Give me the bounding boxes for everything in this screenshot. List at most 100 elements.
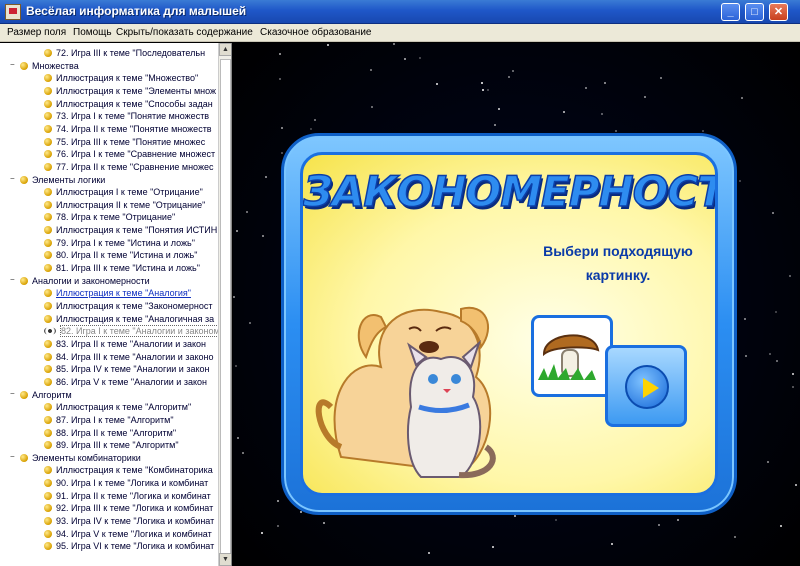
tree-category[interactable]: Аналогии и закономерности bbox=[20, 275, 218, 287]
tree-scrollbar[interactable]: ▲ ▼ bbox=[218, 43, 231, 566]
tree-category[interactable]: Элементы комбинаторики bbox=[20, 452, 218, 464]
tree-item[interactable]: 81. Игра III к теме "Истина и ложь" bbox=[44, 262, 218, 274]
tree-item[interactable]: 83. Игра II к теме "Аналогии и закон bbox=[44, 338, 218, 350]
tree-item-label: Аналогии и закономерности bbox=[32, 275, 150, 286]
tree-category[interactable]: Множества bbox=[20, 60, 218, 72]
tree-item-label: Иллюстрация к теме "Понятия ИСТИН bbox=[56, 225, 218, 236]
star-decoration bbox=[702, 130, 704, 132]
scroll-thumb[interactable] bbox=[220, 59, 231, 559]
tree-item[interactable]: Иллюстрация к теме "Множество" bbox=[44, 72, 218, 84]
tree-item[interactable]: 95. Игра VI к теме "Логика и комбинат bbox=[44, 540, 218, 552]
tree-item[interactable]: 94. Игра V к теме "Логика и комбинат bbox=[44, 528, 218, 540]
star-decoration bbox=[767, 461, 769, 463]
menu-item-help[interactable]: Помощь bbox=[73, 27, 112, 38]
menu-item-field-size[interactable]: Размер поля bbox=[7, 27, 66, 38]
scroll-up-arrow-icon[interactable]: ▲ bbox=[219, 43, 231, 56]
collapse-icon[interactable]: − bbox=[10, 174, 15, 183]
star-decoration bbox=[514, 515, 516, 517]
bullet-icon bbox=[44, 238, 52, 247]
tree-item[interactable]: 76. Игра I к теме "Сравнение множест bbox=[44, 148, 218, 160]
bullet-icon bbox=[44, 289, 52, 298]
tree-item-label: 76. Игра I к теме "Сравнение множест bbox=[56, 149, 216, 160]
tree-item-label: 73. Игра I к теме "Понятие множеств bbox=[56, 111, 210, 122]
tree-item[interactable]: Иллюстрация II к теме "Отрицание" bbox=[44, 199, 218, 211]
tree-item[interactable]: 91. Игра II к теме "Логика и комбинат bbox=[44, 490, 218, 502]
tree-item-label: Элементы логики bbox=[32, 174, 106, 185]
bullet-icon bbox=[44, 542, 52, 551]
tree-item[interactable]: 72. Игра III к теме "Последовательн bbox=[44, 47, 218, 59]
tree-item[interactable]: 88. Игра II к теме "Алгоритм" bbox=[44, 427, 218, 439]
bullet-icon bbox=[44, 314, 52, 323]
star-decoration bbox=[741, 97, 743, 99]
tree-item[interactable]: 74. Игра II к теме "Понятие множеств bbox=[44, 123, 218, 135]
bullet-icon bbox=[44, 365, 52, 374]
next-card[interactable] bbox=[605, 345, 687, 427]
play-next-icon[interactable] bbox=[625, 365, 669, 409]
tree-item[interactable]: Иллюстрация к теме "Элементы множ bbox=[44, 85, 218, 97]
collapse-icon[interactable]: − bbox=[10, 452, 15, 461]
star-decoration bbox=[734, 536, 736, 538]
tree-item-label: 92. Игра III к теме "Логика и комбинат bbox=[56, 503, 214, 514]
tree-item-label: 77. Игра II к теме "Сравнение множес bbox=[56, 161, 214, 172]
tree-item[interactable]: Иллюстрация I к теме "Отрицание" bbox=[44, 186, 218, 198]
tree-item[interactable]: 84. Игра III к теме "Аналогии и законо bbox=[44, 351, 218, 363]
star-decoration bbox=[660, 77, 662, 79]
tree-item[interactable]: 87. Игра I к теме "Алгоритм" bbox=[44, 414, 218, 426]
tree-item[interactable]: 78. Игра к теме "Отрицание" bbox=[44, 211, 218, 223]
star-decoration bbox=[482, 89, 484, 91]
star-decoration bbox=[249, 322, 251, 324]
tree-item[interactable]: 93. Игра IV к теме "Логика и комбинат bbox=[44, 515, 218, 527]
tree-item[interactable]: 82. Игра I к теме "Аналогии и законом bbox=[44, 325, 218, 338]
star-decoration bbox=[404, 58, 406, 60]
bullet-icon bbox=[44, 403, 52, 412]
tree-item[interactable]: Иллюстрация к теме "Закономерност bbox=[44, 300, 218, 312]
tree-item[interactable]: Иллюстрация к теме "Способы задан bbox=[44, 98, 218, 110]
tree-item-label: Множества bbox=[32, 60, 79, 71]
collapse-icon[interactable]: − bbox=[10, 60, 15, 69]
tree-item-label: Иллюстрация к теме "Алгоритм" bbox=[56, 402, 192, 413]
collapse-icon[interactable]: − bbox=[10, 275, 15, 284]
star-decoration bbox=[677, 519, 679, 521]
tree-item[interactable]: Иллюстрация к теме "Понятия ИСТИН bbox=[44, 224, 218, 236]
star-decoration bbox=[481, 82, 483, 84]
tree-item[interactable]: 79. Игра I к теме "Истина и ложь" bbox=[44, 237, 218, 249]
tree-item[interactable]: 85. Игра IV к теме "Аналогии и закон bbox=[44, 363, 218, 375]
scroll-down-arrow-icon[interactable]: ▼ bbox=[219, 553, 231, 566]
bullet-icon bbox=[44, 251, 52, 260]
bullet-icon bbox=[44, 86, 52, 95]
tree-item[interactable]: 89. Игра III к теме "Алгоритм" bbox=[44, 439, 218, 451]
tree-item[interactable]: 90. Игра I к теме "Логика и комбинат bbox=[44, 477, 218, 489]
tree-item-label: 80. Игра II к теме "Истина и ложь" bbox=[56, 250, 198, 261]
minimize-button[interactable]: _ bbox=[721, 3, 740, 21]
maximize-button[interactable]: □ bbox=[745, 3, 764, 21]
tree-item[interactable]: Иллюстрация к теме "Аналогия" bbox=[44, 287, 218, 299]
tree-item[interactable]: 92. Игра III к теме "Логика и комбинат bbox=[44, 502, 218, 514]
tree-category[interactable]: Элементы логики bbox=[20, 174, 218, 186]
tree-item[interactable]: 75. Игра III к теме "Понятие множес bbox=[44, 136, 218, 148]
star-decoration bbox=[236, 230, 238, 232]
tree-item[interactable]: 77. Игра II к теме "Сравнение множес bbox=[44, 161, 218, 173]
menu-item-fairy-education[interactable]: Сказочное образование bbox=[260, 27, 371, 38]
collapse-icon[interactable]: − bbox=[10, 389, 15, 398]
close-button[interactable]: ✕ bbox=[769, 3, 788, 21]
star-decoration bbox=[792, 386, 794, 388]
bullet-icon bbox=[44, 352, 52, 361]
tree-category[interactable]: Алгоритм bbox=[20, 389, 218, 401]
bullet-icon bbox=[20, 453, 28, 462]
tree-item-label: Иллюстрация к теме "Множество" bbox=[56, 73, 199, 84]
tree-item[interactable]: Иллюстрация к теме "Аналогичная за bbox=[44, 313, 218, 325]
tree-item[interactable]: 73. Игра I к теме "Понятие множеств bbox=[44, 110, 218, 122]
star-decoration bbox=[776, 360, 778, 362]
tree-item[interactable]: 80. Игра II к теме "Истина и ложь" bbox=[44, 249, 218, 261]
picture-card-mushroom[interactable] bbox=[531, 315, 613, 397]
title-bar[interactable]: Весёлая информатика для малышей _ □ ✕ bbox=[0, 0, 800, 24]
tree-item-label: Иллюстрация к теме "Комбинаторика bbox=[56, 465, 213, 476]
tree-item[interactable]: 86. Игра V к теме "Аналогии и закон bbox=[44, 376, 218, 388]
tree-item-label: 95. Игра VI к теме "Логика и комбинат bbox=[56, 541, 215, 552]
tree-item-label: Иллюстрация к теме "Элементы множ bbox=[56, 85, 217, 96]
tree-item[interactable]: Иллюстрация к теме "Алгоритм" bbox=[44, 401, 218, 413]
tree-item[interactable]: Иллюстрация к теме "Комбинаторика bbox=[44, 464, 218, 476]
bullet-icon bbox=[44, 150, 52, 159]
menu-item-toggle-contents[interactable]: Скрыть/показать содержание bbox=[116, 27, 253, 38]
tree-item-label: 89. Игра III к теме "Алгоритм" bbox=[56, 440, 179, 451]
